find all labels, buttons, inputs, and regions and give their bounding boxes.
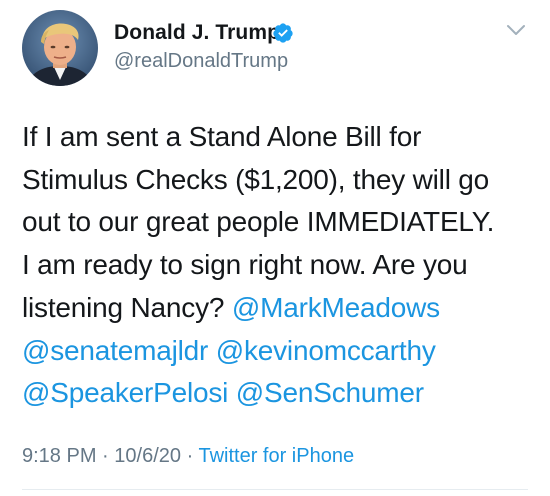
- mention-link-senatemajldr[interactable]: @senatemajldr: [22, 335, 208, 366]
- verified-badge-icon: [273, 23, 293, 43]
- mention-link-speakerpelosi[interactable]: @SpeakerPelosi: [22, 377, 228, 408]
- tweet-line: listening Nancy? @MarkMeadows: [22, 287, 537, 330]
- mention-link-kevinomccarthy[interactable]: @kevinomccarthy: [216, 335, 436, 366]
- tweet-line: Stimulus Checks ($1,200), they will go: [22, 163, 490, 195]
- tweet-line: @senatemajldr @kevinomccarthy: [22, 330, 537, 373]
- tweet-line-text: listening Nancy?: [22, 291, 225, 323]
- mention-link-markmeadows[interactable]: @MarkMeadows: [232, 292, 440, 323]
- meta-separator: ·: [186, 445, 194, 467]
- avatar-image: [22, 10, 98, 86]
- tweet-line: I am ready to sign right now. Are you: [22, 249, 468, 281]
- user-handle[interactable]: @realDonaldTrump: [114, 50, 288, 73]
- divider: [22, 489, 528, 490]
- chevron-down-icon[interactable]: [505, 22, 527, 38]
- tweet-card: Donald J. Trump @realDonaldTrump If I am…: [0, 0, 550, 496]
- mention-link-senschumer[interactable]: @SenSchumer: [236, 377, 424, 408]
- tweet-line: out to our great people IMMEDIATELY.: [22, 206, 495, 238]
- tweet-meta: 9:18 PM · 10/6/20 · Twitter for iPhone: [22, 445, 354, 468]
- tweet-line: If I am sent a Stand Alone Bill for: [22, 121, 422, 152]
- tweet-text: If I am sent a Stand Alone Bill for Stim…: [22, 116, 537, 415]
- tweet-time[interactable]: 9:18 PM: [22, 445, 96, 467]
- tweet-date[interactable]: 10/6/20: [114, 445, 181, 467]
- avatar[interactable]: [22, 10, 98, 86]
- tweet-source-link[interactable]: Twitter for iPhone: [198, 445, 354, 467]
- tweet-line: @SpeakerPelosi @SenSchumer: [22, 372, 537, 415]
- display-name[interactable]: Donald J. Trump: [114, 21, 280, 45]
- meta-separator: ·: [102, 445, 109, 467]
